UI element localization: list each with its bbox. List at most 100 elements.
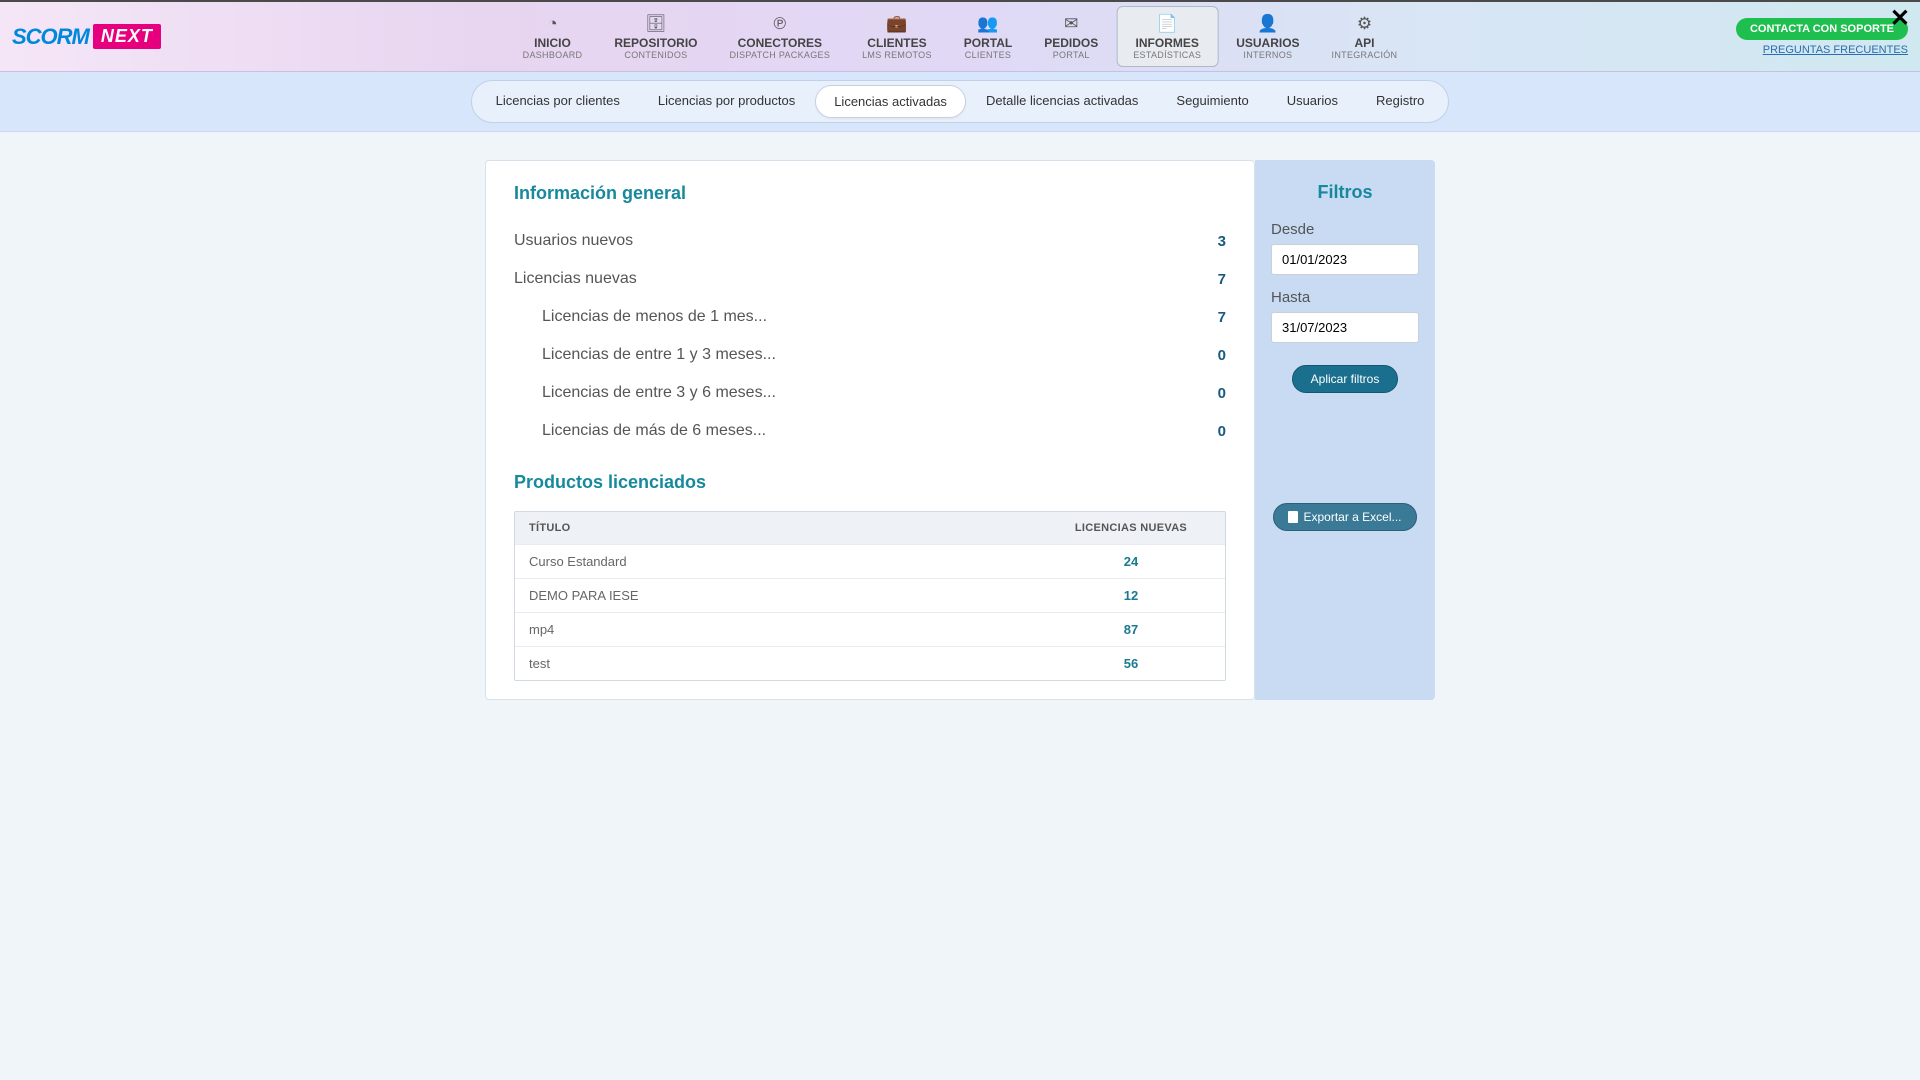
td-title: Curso Estandard (529, 554, 1051, 569)
nav-icon: ✉ (1064, 14, 1078, 34)
info-label: Usuarios nuevos (514, 232, 633, 250)
export-label: Exportar a Excel... (1303, 510, 1401, 524)
subnav-pill[interactable]: Licencias por productos (640, 85, 813, 118)
nav-label: INICIO (534, 36, 571, 50)
filters-title: Filtros (1271, 182, 1419, 203)
subnav-pill[interactable]: Detalle licencias activadas (968, 85, 1156, 118)
subnav-pill[interactable]: Registro (1358, 85, 1442, 118)
header-right: CONTACTA CON SOPORTE PREGUNTAS FRECUENTE… (1736, 18, 1908, 56)
nav-item-informes[interactable]: 📄 INFORMESESTADÍSTICAS (1116, 6, 1218, 67)
nav-icon: 🗄 (645, 14, 667, 34)
th-licenses: LICENCIAS NUEVAS (1051, 522, 1211, 534)
subnav-pill[interactable]: Usuarios (1269, 85, 1356, 118)
to-date-input[interactable] (1271, 312, 1419, 343)
info-value: 0 (1218, 385, 1226, 402)
sub-nav-pills: Licencias por clientesLicencias por prod… (471, 80, 1450, 123)
info-value: 3 (1218, 233, 1226, 250)
td-licenses: 87 (1051, 622, 1211, 637)
td-licenses: 12 (1051, 588, 1211, 603)
td-licenses: 24 (1051, 554, 1211, 569)
nav-item-conectores[interactable]: ℗ CONECTORESDISPATCH PACKAGES (714, 2, 847, 71)
nav-sublabel: INTEGRACIÓN (1332, 50, 1398, 60)
panel-wrap: Información general Usuarios nuevos 3 Lice… (485, 160, 1435, 700)
nav-icon: 👤 (1257, 14, 1278, 34)
logo-part-1: SCORM (12, 24, 89, 50)
apply-filters-button[interactable]: Aplicar filtros (1292, 365, 1399, 393)
export-excel-button[interactable]: Exportar a Excel... (1273, 503, 1416, 531)
info-row: Licencias nuevas 7 (514, 260, 1226, 298)
nav-icon: ℗ (774, 14, 787, 34)
info-value: 7 (1218, 271, 1226, 288)
subnav-pill[interactable]: Seguimiento (1158, 85, 1266, 118)
nav-item-usuarios[interactable]: 👤 USUARIOSINTERNOS (1220, 2, 1315, 71)
nav-label: PEDIDOS (1044, 36, 1098, 50)
nav-icon: 👥 (977, 14, 998, 34)
table-row: Curso Estandard24 (515, 544, 1225, 578)
nav-sublabel: ESTADÍSTICAS (1133, 50, 1201, 60)
table-row: DEMO PARA IESE12 (515, 578, 1225, 612)
subnav-pill[interactable]: Licencias activadas (815, 85, 966, 118)
td-licenses: 56 (1051, 656, 1211, 671)
table-row: mp487 (515, 612, 1225, 646)
info-value: 7 (1218, 309, 1226, 326)
nav-icon: 💼 (886, 14, 907, 34)
sub-nav: Licencias por clientesLicencias por prod… (0, 72, 1920, 132)
nav-item-portal[interactable]: 👥 PORTALCLIENTES (948, 2, 1028, 71)
info-value: 0 (1218, 347, 1226, 364)
file-icon (1288, 511, 1298, 523)
info-label: Licencias de entre 1 y 3 meses... (542, 346, 776, 364)
from-date-input[interactable] (1271, 244, 1419, 275)
to-label: Hasta (1271, 289, 1419, 306)
nav-label: API (1354, 36, 1374, 50)
nav-label: USUARIOS (1236, 36, 1299, 50)
nav-sublabel: LMS REMOTOS (862, 50, 932, 60)
info-title: Información general (514, 183, 1226, 204)
nav-label: CONECTORES (738, 36, 822, 50)
td-title: test (529, 656, 1051, 671)
contact-support-button[interactable]: CONTACTA CON SOPORTE (1736, 18, 1908, 40)
nav-sublabel: DASHBOARD (523, 50, 583, 60)
info-row: Usuarios nuevos 3 (514, 222, 1226, 260)
th-title: TÍTULO (529, 522, 1051, 534)
info-value: 0 (1218, 423, 1226, 440)
header: SCORM NEXT ◔INICIODASHBOARD🗄REPOSITORIOC… (0, 2, 1920, 72)
filters-panel: Filtros Desde Hasta Aplicar filtros Expo… (1255, 160, 1435, 700)
nav-icon: ⚙ (1357, 14, 1372, 34)
logo[interactable]: SCORM NEXT (12, 24, 161, 50)
info-label: Licencias de entre 3 y 6 meses... (542, 384, 776, 402)
nav-label: INFORMES (1136, 36, 1199, 50)
faq-link[interactable]: PREGUNTAS FRECUENTES (1763, 44, 1908, 56)
nav-sublabel: PORTAL (1053, 50, 1090, 60)
table-row: test56 (515, 646, 1225, 680)
table-header: TÍTULO LICENCIAS NUEVAS (515, 512, 1225, 544)
nav-label: PORTAL (964, 36, 1012, 50)
info-row: Licencias de entre 1 y 3 meses... 0 (514, 336, 1226, 374)
content: Información general Usuarios nuevos 3 Lice… (0, 132, 1920, 700)
info-row: Licencias de entre 3 y 6 meses... 0 (514, 374, 1226, 412)
nav-label: REPOSITORIO (614, 36, 697, 50)
main-nav: ◔ INICIODASHBOARD 🗄 REPOSITORIOCONTENIDOS ℗ C… (507, 2, 1414, 71)
nav-icon: ◔ (547, 14, 557, 34)
nav-sublabel: DISPATCH PACKAGES (730, 50, 831, 60)
nav-sublabel: CLIENTES (965, 50, 1011, 60)
nav-sublabel: CONTENIDOS (624, 50, 687, 60)
td-title: DEMO PARA IESE (529, 588, 1051, 603)
info-label: Licencias nuevas (514, 270, 637, 288)
nav-item-api[interactable]: ⚙ APIINTEGRACIÓN (1316, 2, 1414, 71)
nav-icon: 📄 (1157, 14, 1178, 34)
nav-label: CLIENTES (867, 36, 926, 50)
close-button[interactable]: ✕ (1890, 4, 1910, 33)
nav-item-pedidos[interactable]: ✉ PEDIDOSPORTAL (1028, 2, 1114, 71)
info-label: Licencias de menos de 1 mes... (542, 308, 767, 326)
products-table: TÍTULO LICENCIAS NUEVAS Curso Estandard2… (514, 511, 1226, 681)
info-label: Licencias de más de 6 meses... (542, 422, 766, 440)
nav-item-repositorio[interactable]: 🗄 REPOSITORIOCONTENIDOS (598, 2, 713, 71)
subnav-pill[interactable]: Licencias por clientes (478, 85, 638, 118)
products-title: Productos licenciados (514, 472, 1226, 493)
td-title: mp4 (529, 622, 1051, 637)
nav-sublabel: INTERNOS (1243, 50, 1292, 60)
nav-item-inicio[interactable]: ◔ INICIODASHBOARD (507, 2, 599, 71)
nav-item-clientes[interactable]: 💼 CLIENTESLMS REMOTOS (846, 2, 948, 71)
info-row: Licencias de menos de 1 mes... 7 (514, 298, 1226, 336)
main-panel: Información general Usuarios nuevos 3 Lice… (485, 160, 1255, 700)
